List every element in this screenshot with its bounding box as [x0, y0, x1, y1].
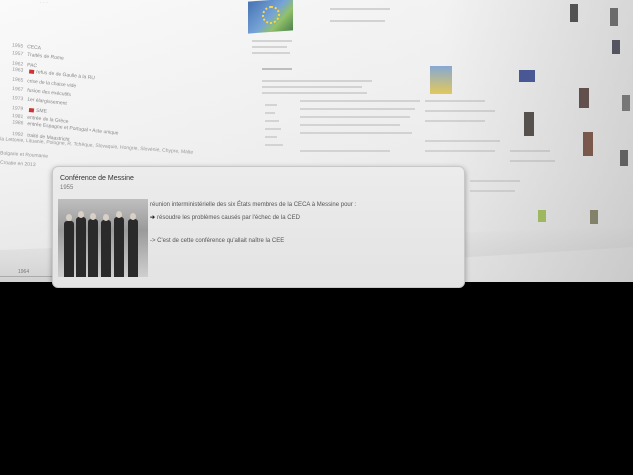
callout-title: Conférence de Messine — [60, 175, 134, 182]
text-line — [265, 104, 277, 106]
photo-thumbnail[interactable] — [579, 88, 589, 108]
text-line — [425, 120, 485, 122]
eu-flag-thumbnail[interactable] — [519, 70, 535, 82]
photo-figure — [128, 219, 138, 277]
photo-figure — [103, 214, 109, 221]
text-line — [300, 150, 390, 152]
text-line — [265, 136, 277, 138]
text-line — [510, 160, 555, 162]
photo-figure — [88, 219, 98, 277]
photo-figure — [101, 220, 111, 277]
timeline-note: Croatie en 2013 — [0, 159, 36, 169]
text-line — [425, 150, 495, 152]
text-line — [265, 112, 275, 114]
timeline-item[interactable]: 1957 Traités de Rome — [12, 50, 64, 61]
photo-figure — [130, 213, 136, 220]
photo-thumbnail[interactable] — [620, 150, 628, 166]
callout-year: 1955 — [60, 185, 74, 191]
faded-heading: · · · — [40, 0, 48, 6]
flag-icon — [28, 107, 35, 113]
text-line — [300, 124, 400, 126]
emblem-thumbnail[interactable] — [430, 66, 452, 94]
conference-photo — [58, 199, 148, 277]
text-line — [425, 110, 495, 112]
text-line — [262, 80, 372, 82]
photo-thumbnail[interactable] — [590, 210, 598, 224]
text-line — [252, 40, 292, 42]
event-callout[interactable]: Conférence de Messine 1955 réunion inter… — [52, 166, 465, 288]
timeline-axis-year: 1964 — [18, 269, 30, 275]
text-line — [425, 100, 485, 102]
photo-thumbnail[interactable] — [583, 132, 593, 156]
photo-figure — [64, 221, 74, 277]
text-line — [300, 132, 412, 134]
photo-figure — [66, 214, 72, 221]
callout-bullet: ➔ résoudre les problèmes causés par l'éch… — [150, 215, 300, 221]
photo-figure — [90, 213, 96, 220]
text-line — [300, 116, 410, 118]
photo-thumbnail[interactable] — [612, 40, 620, 54]
text-line — [262, 92, 367, 94]
text-line — [265, 144, 283, 146]
timeline-note: Bulgarie et Roumanie — [0, 150, 49, 160]
eu-map-thumbnail[interactable] — [248, 0, 293, 34]
text-line — [300, 100, 420, 102]
portrait-thumbnail[interactable] — [524, 112, 534, 136]
photo-figure — [114, 217, 124, 277]
arrow-icon: ➔ — [150, 215, 156, 221]
text-line — [470, 190, 515, 192]
callout-conclusion: -> C'est de cette conférence qu'allait n… — [150, 238, 285, 244]
text-line — [330, 20, 385, 22]
text-line — [252, 46, 287, 48]
photo-thumbnail[interactable] — [610, 8, 618, 26]
photo-thumbnail[interactable] — [570, 4, 578, 22]
text-line — [470, 180, 520, 182]
text-line — [300, 108, 415, 110]
photo-figure — [76, 217, 86, 277]
callout-description: réunion interministérielle des six États… — [150, 202, 357, 208]
photo-figure — [116, 211, 122, 218]
text-line — [425, 140, 500, 142]
text-line — [330, 8, 390, 10]
text-line — [262, 86, 362, 88]
text-line — [265, 128, 281, 130]
text-line — [265, 120, 279, 122]
text-line — [510, 150, 550, 152]
photo-thumbnail[interactable] — [622, 95, 630, 111]
map-thumbnail[interactable] — [538, 210, 546, 222]
text-line — [252, 52, 290, 54]
photo-figure — [78, 211, 84, 218]
flag-icon — [29, 69, 35, 74]
text-line — [262, 68, 292, 70]
